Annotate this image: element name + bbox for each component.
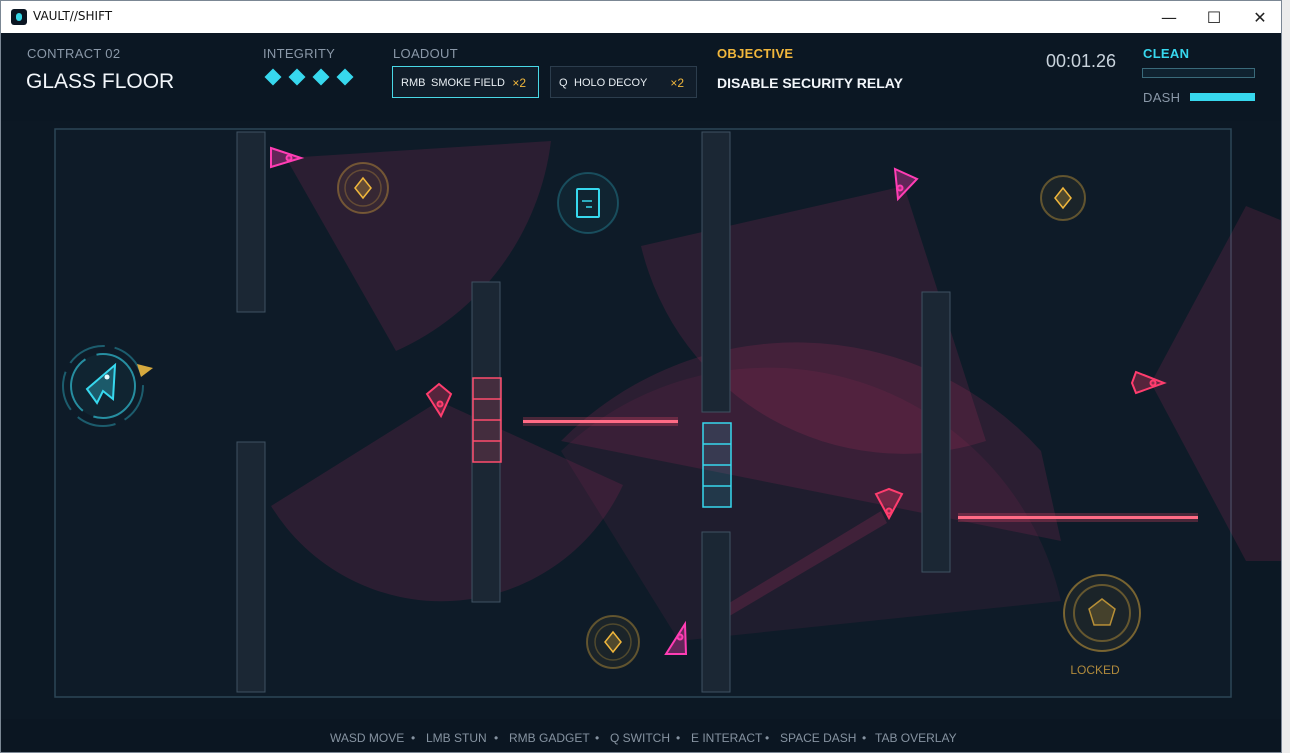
control-hint: Q SWITCH: [610, 731, 670, 745]
controls-footer: WASD MOVE • LMB STUN • RMB GADGET • Q SWITCH • E…: [1, 719, 1281, 752]
loot-pickup: [1040, 175, 1086, 221]
hint-separator: •: [595, 731, 600, 745]
wall: [701, 131, 731, 413]
integrity-label: INTEGRITY: [263, 46, 336, 61]
wall: [921, 291, 951, 573]
contract-label: CONTRACT 02: [27, 46, 121, 61]
exit-pad-icon: [1063, 574, 1141, 652]
control-hint: TAB OVERLAY: [875, 731, 957, 745]
loadout-key: Q: [559, 77, 568, 89]
control-hint: WASD MOVE: [330, 731, 405, 745]
loadout-count: ×2: [512, 76, 526, 90]
exit-status-label: LOCKED: [1070, 663, 1120, 677]
loadout-key: RMB: [401, 77, 426, 89]
loadout-name: SMOKE FIELD: [431, 77, 505, 89]
control-hint: RMB GADGET: [509, 731, 590, 745]
level-name: GLASS FLOOR: [26, 70, 175, 93]
loadout-name: HOLO DECOY: [574, 77, 648, 89]
control-hint: LMB STUN: [426, 731, 487, 745]
game-window: VAULT//SHIFT — ☐ ✕ CONTRACT 02 GLASS FLO…: [0, 0, 1282, 753]
unlocked-door: [702, 422, 732, 508]
integrity-pip: [288, 68, 306, 86]
wall: [236, 131, 266, 313]
clean-label: CLEAN: [1143, 46, 1190, 61]
maximize-button[interactable]: ☐: [1191, 1, 1237, 33]
hint-separator: •: [862, 731, 867, 745]
dash-meter-fill: [1190, 93, 1255, 101]
app-icon: [11, 9, 27, 25]
loadout-slot-smoke-field[interactable]: RMB SMOKE FIELD ×2: [392, 66, 539, 98]
mission-timer: 00:01.26: [1046, 51, 1117, 71]
minimize-button[interactable]: —: [1146, 1, 1192, 33]
hud-bar: CONTRACT 02 GLASS FLOOR INTEGRITY LOADOU…: [1, 33, 1281, 123]
clean-meter: [1142, 68, 1255, 78]
window-title: VAULT//SHIFT: [33, 9, 113, 23]
dash-meter: [1190, 93, 1255, 101]
control-hint: E INTERACT: [691, 731, 763, 745]
integrity-pip: [336, 68, 354, 86]
loadout-count: ×2: [670, 76, 684, 90]
control-hint: SPACE DASH: [780, 731, 857, 745]
loadout-label: LOADOUT: [393, 46, 458, 61]
integrity-pip: [312, 68, 330, 86]
locked-door: [472, 377, 502, 463]
data-terminal-icon: [557, 172, 619, 234]
hint-separator: •: [494, 731, 499, 745]
game-map[interactable]: LOCKED: [1, 121, 1282, 719]
title-bar: VAULT//SHIFT — ☐ ✕: [1, 1, 1281, 33]
hint-separator: •: [676, 731, 681, 745]
wall: [236, 441, 266, 693]
dash-label: DASH: [1143, 90, 1181, 105]
objective-label: OBJECTIVE: [717, 46, 794, 61]
loadout-slot-holo-decoy[interactable]: Q HOLO DECOY ×2: [550, 66, 697, 98]
loot-pickup: [337, 162, 389, 214]
wall: [701, 531, 731, 693]
close-button[interactable]: ✕: [1237, 1, 1281, 33]
integrity-pip: [264, 68, 282, 86]
hint-separator: •: [765, 731, 770, 745]
objective-text: DISABLE SECURITY RELAY: [717, 75, 903, 91]
loot-pickup: [586, 615, 640, 669]
hint-separator: •: [411, 731, 416, 745]
